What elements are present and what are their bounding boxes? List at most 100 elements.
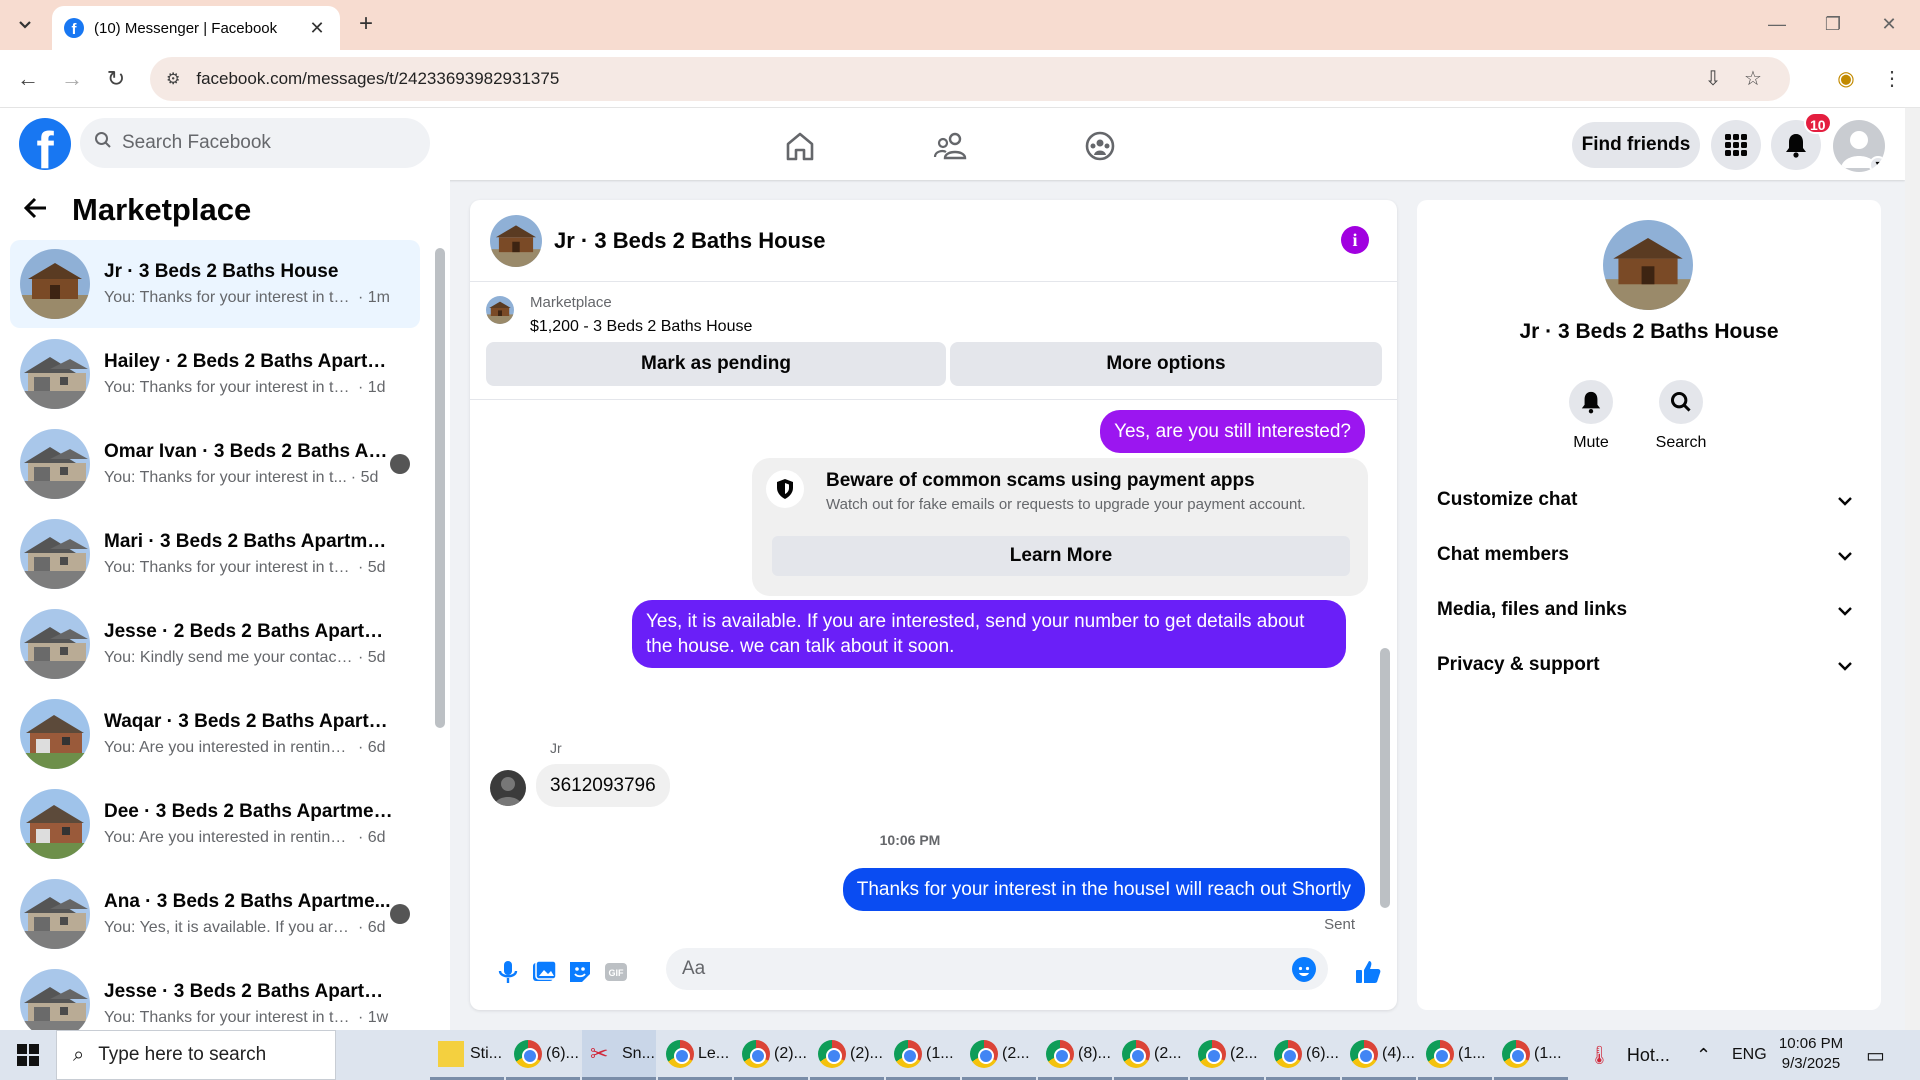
taskbar-app-label: (2... [1154, 1044, 1182, 1062]
info-icon[interactable]: i [1341, 226, 1369, 254]
taskbar-app-chrome[interactable]: (6)... [1266, 1030, 1340, 1080]
taskbar-app-chrome[interactable]: (1... [1418, 1030, 1492, 1080]
conversation-item[interactable]: Waqar · 3 Beds 2 Baths Apartme... You: A… [10, 690, 420, 778]
search-in-conversation-button[interactable]: Search [1641, 380, 1721, 452]
media-files-links-section[interactable]: Media, files and links [1437, 586, 1861, 634]
menu-grid-icon[interactable] [1711, 120, 1761, 170]
back-arrow-icon[interactable]: ← [12, 63, 44, 95]
page-scrollbar[interactable] [1905, 108, 1920, 1030]
conversation-item[interactable]: Ana · 3 Beds 2 Baths Apartme... You: Yes… [10, 870, 420, 958]
address-bar[interactable]: ⚙ facebook.com/messages/t/24233693982931… [150, 57, 1790, 101]
taskbar-app-chrome[interactable]: (8)... [1038, 1030, 1112, 1080]
mark-as-pending-button[interactable]: Mark as pending [486, 342, 946, 386]
chat-members-section[interactable]: Chat members [1437, 531, 1861, 579]
friends-icon[interactable] [931, 126, 971, 166]
taskbar-app-chrome[interactable]: (4)... [1342, 1030, 1416, 1080]
facebook-logo-icon[interactable]: f [19, 118, 71, 170]
tab-search-chevron-icon[interactable] [10, 10, 40, 40]
taskbar-app-chrome[interactable]: (2... [962, 1030, 1036, 1080]
minimize-icon[interactable]: — [1754, 10, 1800, 38]
chat-header: Jr · 3 Beds 2 Baths House i [470, 200, 1397, 282]
taskbar-app-chrome[interactable]: Le... [658, 1030, 732, 1080]
sticker-icon[interactable] [566, 958, 594, 986]
chat-title[interactable]: Jr · 3 Beds 2 Baths House [554, 228, 825, 254]
groups-icon[interactable] [1080, 126, 1120, 166]
new-tab-plus-icon[interactable]: + [352, 10, 380, 38]
find-friends-button[interactable]: Find friends [1572, 122, 1700, 168]
system-clock[interactable]: 10:06 PM 9/3/2025 [1768, 1034, 1854, 1074]
back-arrow-icon[interactable] [23, 193, 48, 227]
panel-title: Marketplace [72, 192, 252, 227]
profile-icon[interactable]: ◉ [1830, 63, 1862, 95]
conversation-preview: You: Are you interested in renting t... [104, 829, 354, 846]
taskbar-app-chrome[interactable]: (6)... [506, 1030, 580, 1080]
chat-details-panel: Jr · 3 Beds 2 Baths House Mute Search Cu… [1417, 200, 1881, 1010]
message-bubble-sent[interactable]: Thanks for your interest in the houseI w… [842, 868, 1365, 911]
panel-header: Marketplace [23, 192, 252, 228]
conversation-item[interactable]: Mari · 3 Beds 2 Baths Apartment... You: … [10, 510, 420, 598]
message-bubble-received[interactable]: 3612093796 [536, 764, 670, 807]
home-icon[interactable] [780, 126, 820, 166]
browser-toolbar: ← → ↻ ⚙ facebook.com/messages/t/24233693… [0, 50, 1920, 108]
site-info-icon[interactable]: ⚙ [166, 69, 180, 89]
sender-avatar[interactable] [490, 770, 526, 806]
taskbar-app-chrome[interactable]: (1... [886, 1030, 960, 1080]
scam-warning-card: Beware of common scams using payment app… [752, 458, 1368, 596]
taskbar-app-sticky-notes[interactable]: Sti... [430, 1030, 504, 1080]
conversation-name: Omar Ivan · 3 Beds 2 Baths Ap... [104, 441, 394, 462]
conversation-item[interactable]: Jr · 3 Beds 2 Baths House You: Thanks fo… [10, 240, 420, 328]
reload-icon[interactable]: ↻ [100, 63, 132, 95]
gif-icon[interactable]: GIF [602, 958, 630, 986]
windows-start-icon[interactable] [0, 1030, 56, 1080]
customize-chat-section[interactable]: Customize chat [1437, 476, 1861, 524]
bookmark-star-icon[interactable]: ☆ [1738, 57, 1768, 101]
facebook-search-input[interactable]: Search Facebook [80, 118, 430, 168]
conversation-time: · 1d [358, 379, 386, 396]
listing-price-title[interactable]: $1,200 - 3 Beds 2 Baths House [530, 318, 752, 336]
search-placeholder: Search Facebook [122, 132, 271, 153]
chrome-menu-icon[interactable]: ⋮ [1876, 63, 1908, 95]
taskbar-search-input[interactable]: ⌕ Type here to search [56, 1030, 336, 1080]
tray-expand-chevron-icon[interactable]: ⌃ [1696, 1030, 1711, 1080]
language-indicator[interactable]: ENG [1732, 1030, 1767, 1080]
privacy-support-section[interactable]: Privacy & support [1437, 641, 1861, 689]
conversation-item[interactable]: Omar Ivan · 3 Beds 2 Baths Ap... You: Th… [10, 420, 420, 508]
clock-time: 10:06 PM [1778, 1035, 1844, 1052]
account-avatar[interactable]: ▾ [1833, 120, 1885, 172]
message-bubble-sent[interactable]: Yes, it is available. If you are interes… [632, 600, 1346, 668]
taskbar-app-chrome[interactable]: (2... [1190, 1030, 1264, 1080]
mute-button[interactable]: Mute [1551, 380, 1631, 452]
conversation-list-scrollbar[interactable] [435, 248, 445, 1008]
learn-more-button[interactable]: Learn More [772, 536, 1350, 576]
forward-arrow-icon[interactable]: → [56, 63, 88, 95]
thumbs-up-icon[interactable] [1354, 958, 1382, 986]
chat-scrollbar[interactable] [1380, 408, 1390, 930]
scrollbar-thumb[interactable] [1380, 648, 1390, 908]
weather-widget[interactable]: 🌡 Hot... [1588, 1030, 1670, 1080]
more-options-button[interactable]: More options [950, 342, 1382, 386]
taskbar-app-chrome[interactable]: (1... [1494, 1030, 1568, 1080]
photo-icon[interactable] [530, 958, 558, 986]
emoji-icon[interactable] [1292, 957, 1316, 982]
message-input[interactable]: Aa [666, 948, 1328, 990]
close-window-icon[interactable]: ✕ [1866, 10, 1912, 38]
browser-tab-active[interactable]: f (10) Messenger | Facebook ✕ [52, 6, 340, 50]
scrollbar-thumb[interactable] [435, 248, 445, 728]
taskbar-app-chrome[interactable]: (2)... [734, 1030, 808, 1080]
taskbar-app-chrome[interactable]: (2... [1114, 1030, 1188, 1080]
install-app-icon[interactable]: ⇩ [1698, 57, 1728, 101]
taskbar-app-chrome[interactable]: (2)... [810, 1030, 884, 1080]
conversation-item[interactable]: Jesse · 2 Beds 2 Baths Apartmen... You: … [10, 600, 420, 688]
conversation-name: Hailey · 2 Beds 2 Baths Apartme... [104, 351, 394, 372]
restore-icon[interactable]: ❐ [1810, 10, 1856, 38]
message-bubble-sent[interactable]: Yes, are you still interested? [1100, 410, 1365, 453]
listing-photo[interactable] [1603, 220, 1693, 310]
mute-label: Mute [1573, 434, 1609, 451]
close-tab-icon[interactable]: ✕ [306, 18, 328, 39]
chat-listing-thumbnail[interactable] [490, 215, 542, 267]
microphone-icon[interactable] [494, 958, 522, 986]
conversation-item[interactable]: Dee · 3 Beds 2 Baths Apartment... You: A… [10, 780, 420, 868]
notification-center-icon[interactable]: ▭ [1866, 1030, 1885, 1080]
taskbar-app-snipping[interactable]: ✂ Sn... [582, 1030, 656, 1080]
conversation-item[interactable]: Hailey · 2 Beds 2 Baths Apartme... You: … [10, 330, 420, 418]
